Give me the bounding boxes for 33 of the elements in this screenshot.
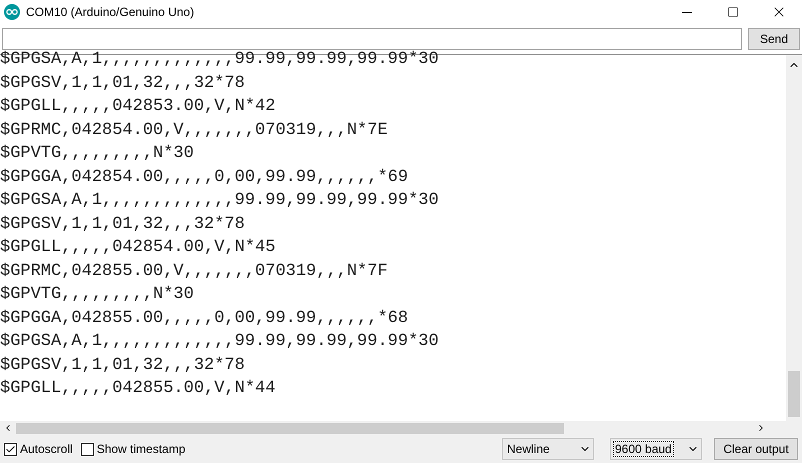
checkbox-label: Show timestamp <box>96 441 186 458</box>
checkbox[interactable] <box>4 442 17 456</box>
dropdown[interactable]: Newline <box>502 438 594 460</box>
output-line: $GPGSA,A,1,,,,,,,,,,,,,99.99,99.99,99.99*30 <box>0 331 440 353</box>
output-line: $GPGSA,A,1,,,,,,,,,,,,,99.99,99.99,99.99*30 <box>0 49 440 71</box>
check-icon <box>5 444 16 454</box>
output-line: $GPVTG,,,,,,,,,N*30 <box>0 284 195 306</box>
checkbox-label: Autoscroll <box>20 441 73 458</box>
output-line: $GPGSV,1,1,01,32,,,32*78 <box>0 72 246 94</box>
checkbox[interactable] <box>80 442 94 456</box>
output-line: $GPGGA,042855.00,,,,,0,00,99.99,,,,,,*68 <box>0 308 410 330</box>
dropdown-value: Newline <box>506 442 551 456</box>
output-line: $GPGLL,,,,,042855.00,V,N*44 <box>0 378 276 400</box>
output-line: $GPVTG,,,,,,,,,N*30 <box>0 143 195 165</box>
logo-icon <box>4 4 20 20</box>
output-line: $GPGSV,1,1,01,32,,,32*78 <box>0 354 246 376</box>
vertical-scrollbar[interactable] <box>786 55 802 421</box>
input-field[interactable] <box>2 28 742 50</box>
clear-output-button[interactable]: Clear output <box>714 438 798 460</box>
output-line: $GPGSV,1,1,01,32,,,32*78 <box>0 214 246 236</box>
dropdown[interactable]: 9600 baud <box>610 438 702 460</box>
output-line: $GPGGA,042854.00,,,,,0,00,99.99,,,,,,*69 <box>0 166 410 188</box>
scrollbar-thumb[interactable] <box>788 371 800 417</box>
send-button[interactable]: Send <box>748 28 800 50</box>
output-line: $GPGSA,A,1,,,,,,,,,,,,,99.99,99.99,99.99*30 <box>0 190 440 212</box>
output-line: $GPGLL,,,,,042854.00,V,N*45 <box>0 237 276 259</box>
maximize-icon <box>727 6 739 18</box>
window-title: COM10 (Arduino/Genuino Uno) <box>26 4 194 21</box>
scrollbar-thumb[interactable] <box>16 422 564 434</box>
output-line: $GPRMC,042854.00,V,,,,,,,070319,,,N*7E <box>0 120 389 142</box>
output-line: $GPRMC,042855.00,V,,,,,,,070319,,,N*7F <box>0 260 389 282</box>
output-line: $GPGLL,,,,,042853.00,V,N*42 <box>0 96 276 118</box>
dropdown-value: 9600 baud <box>613 441 674 457</box>
